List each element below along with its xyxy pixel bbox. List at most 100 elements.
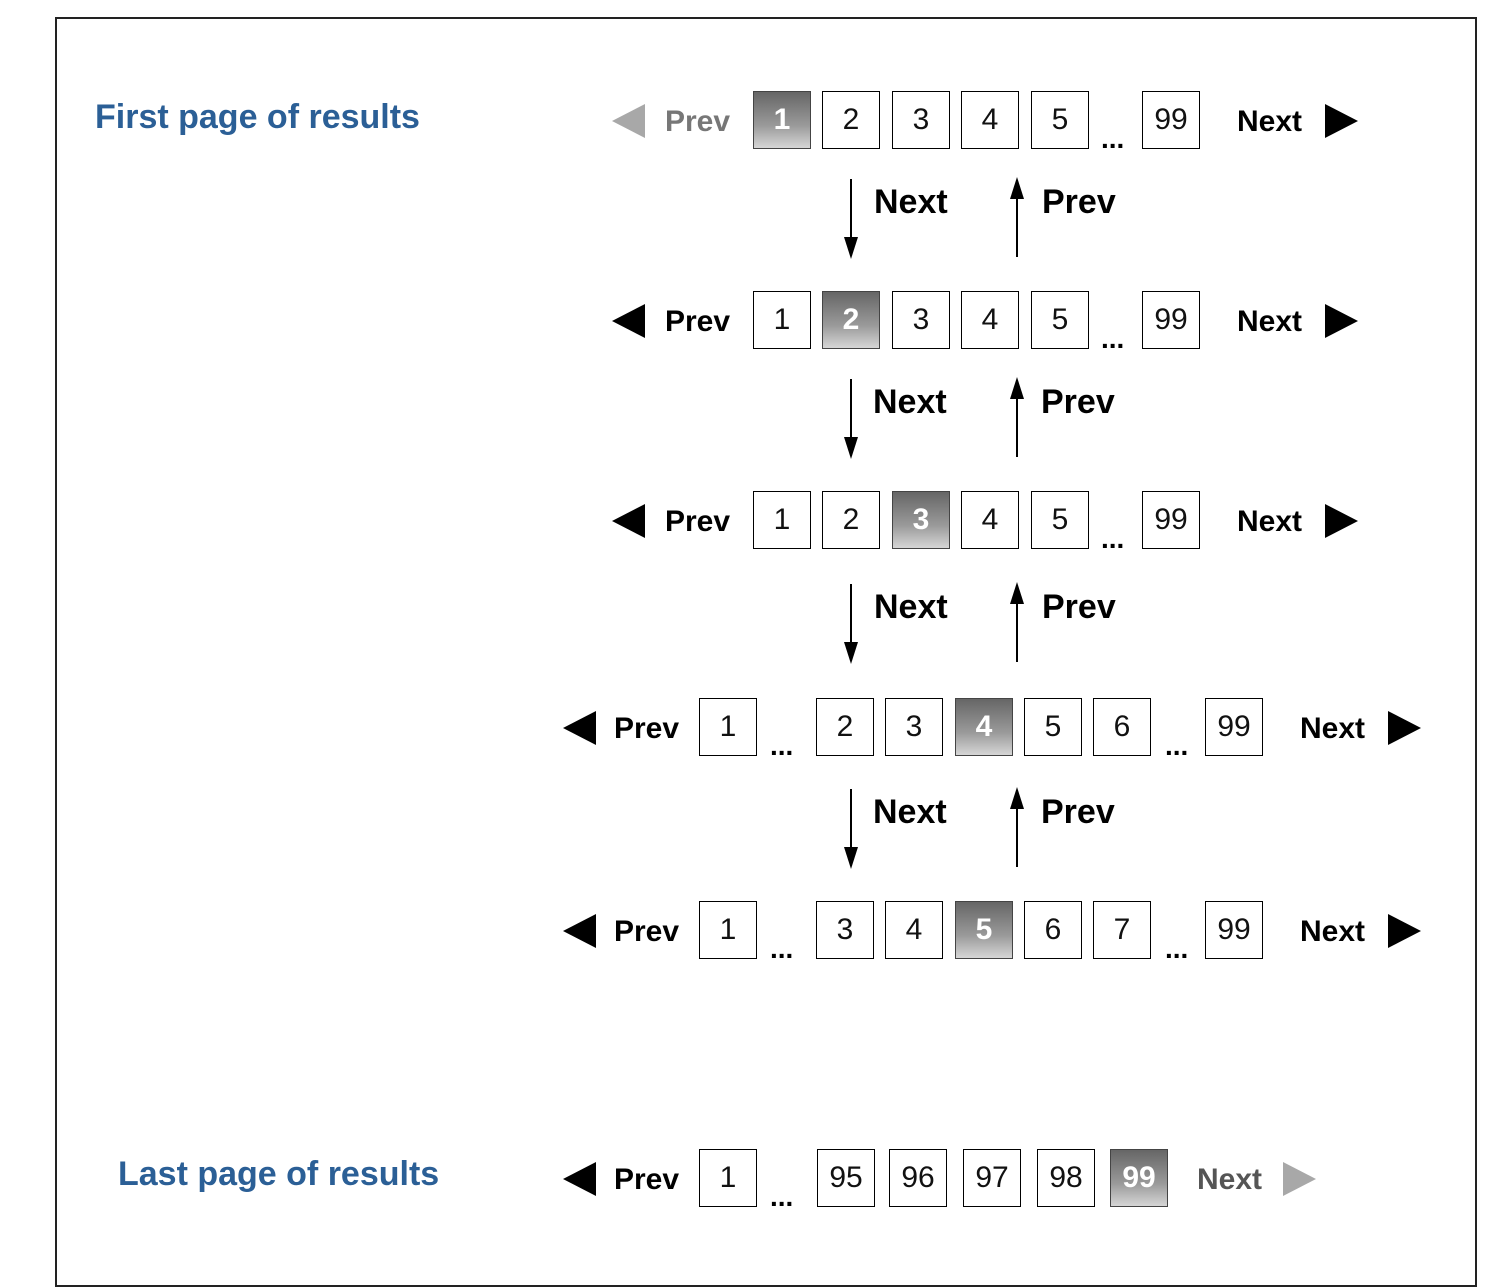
page-button-4[interactable]: 4	[961, 91, 1019, 149]
prev-link[interactable]: Prev	[665, 504, 730, 540]
page-button-3[interactable]: 3	[885, 698, 943, 756]
pagination-page2: Prev 1 2 3 4 5... 99 Next	[0, 291, 1496, 355]
pagination-ellipsis: ...	[1101, 323, 1125, 354]
page-button-1[interactable]: 1	[699, 901, 757, 959]
pagination-page99: Prev 1... 95 96 97 98 99 Next	[0, 1149, 1496, 1213]
page-button-3[interactable]: 3	[816, 901, 874, 959]
prev-transition-label: Prev	[1041, 383, 1115, 421]
down-arrow-icon	[844, 437, 858, 459]
page-button-2[interactable]: 2	[822, 491, 880, 549]
prev-link[interactable]: Prev	[614, 711, 679, 747]
pagination-ellipsis: ...	[770, 730, 794, 761]
prev-link[interactable]: Prev	[614, 914, 679, 950]
page-button-5[interactable]: 5	[1031, 91, 1089, 149]
page-button-1[interactable]: 1	[699, 1149, 757, 1207]
page-button-99[interactable]: 99	[1205, 698, 1263, 756]
current-page-button: 2	[822, 291, 880, 349]
page-button-7[interactable]: 7	[1093, 901, 1151, 959]
page-transition: Next Prev	[0, 375, 1496, 465]
page-button-3[interactable]: 3	[892, 291, 950, 349]
pagination-ellipsis: ...	[1165, 933, 1189, 964]
next-transition-label: Next	[873, 793, 947, 831]
transition-arrows	[844, 377, 1024, 459]
page-button-3[interactable]: 3	[892, 91, 950, 149]
prev-transition-label: Prev	[1041, 793, 1115, 831]
down-arrow-icon	[844, 642, 858, 664]
next-link: Next	[1197, 1163, 1263, 1196]
page-button-99[interactable]: 99	[1205, 901, 1263, 959]
page-transition: Next Prev	[0, 175, 1496, 265]
page-button-2[interactable]: 2	[816, 698, 874, 756]
pagination-ellipsis: ...	[770, 1181, 794, 1212]
pagination-page3: Prev 1 2 3 4 5... 99 Next	[0, 491, 1496, 555]
page-button-99[interactable]: 99	[1142, 491, 1200, 549]
page-button-98[interactable]: 98	[1037, 1149, 1095, 1207]
next-arrow-icon[interactable]	[1325, 304, 1358, 338]
up-arrow-icon	[1010, 582, 1024, 604]
prev-transition-label: Prev	[1042, 183, 1116, 221]
page-button-97[interactable]: 97	[963, 1149, 1021, 1207]
next-arrow-icon[interactable]	[1388, 914, 1421, 948]
page-transition: Next Prev	[0, 580, 1496, 670]
page-button-6[interactable]: 6	[1024, 901, 1082, 959]
pagination-ellipsis: ...	[1101, 523, 1125, 554]
next-arrow-icon	[1283, 1162, 1316, 1196]
down-arrow-icon	[844, 847, 858, 869]
page-button-1[interactable]: 1	[699, 698, 757, 756]
page-button-95[interactable]: 95	[817, 1149, 875, 1207]
next-link[interactable]: Next	[1237, 504, 1302, 540]
prev-arrow-icon[interactable]	[563, 711, 596, 745]
page-button-5[interactable]: 5	[1031, 491, 1089, 549]
transition-arrows	[844, 582, 1024, 664]
down-arrow-icon	[844, 237, 858, 259]
transition-arrows	[844, 177, 1024, 259]
prev-link[interactable]: Prev	[614, 1162, 679, 1198]
next-transition-label: Next	[873, 383, 947, 421]
pagination-page1: Prev 1 2 3 4 5... 99 Next	[0, 91, 1496, 155]
page-button-99[interactable]: 99	[1142, 91, 1200, 149]
next-arrow-icon[interactable]	[1388, 711, 1421, 745]
page-button-99[interactable]: 99	[1142, 291, 1200, 349]
page-button-2[interactable]: 2	[822, 91, 880, 149]
next-link[interactable]: Next	[1237, 104, 1302, 140]
page-button-96[interactable]: 96	[889, 1149, 947, 1207]
pagination-page5: Prev 1... 3 4 5 6 7... 99 Next	[0, 901, 1496, 965]
page-button-5[interactable]: 5	[1031, 291, 1089, 349]
prev-arrow-icon[interactable]	[563, 1162, 596, 1196]
current-page-button: 5	[955, 901, 1013, 959]
pagination-ellipsis: ...	[1101, 123, 1125, 154]
next-transition-label: Next	[874, 183, 948, 221]
page-button-1[interactable]: 1	[753, 291, 811, 349]
current-page-button: 4	[955, 698, 1013, 756]
next-link[interactable]: Next	[1237, 304, 1302, 340]
up-arrow-icon	[1010, 787, 1024, 809]
page-button-4[interactable]: 4	[961, 291, 1019, 349]
transition-arrows	[844, 787, 1024, 869]
prev-arrow-icon	[612, 104, 645, 138]
page-button-4[interactable]: 4	[885, 901, 943, 959]
pagination-ellipsis: ...	[1165, 730, 1189, 761]
page-button-4[interactable]: 4	[961, 491, 1019, 549]
page-button-5[interactable]: 5	[1024, 698, 1082, 756]
page-button-6[interactable]: 6	[1093, 698, 1151, 756]
prev-arrow-icon[interactable]	[612, 504, 645, 538]
prev-link: Prev	[665, 105, 731, 138]
next-arrow-icon[interactable]	[1325, 504, 1358, 538]
current-page-button: 1	[753, 91, 811, 149]
next-link[interactable]: Next	[1300, 914, 1365, 950]
next-link[interactable]: Next	[1300, 711, 1365, 747]
next-arrow-icon[interactable]	[1325, 104, 1358, 138]
current-page-button: 99	[1110, 1149, 1168, 1207]
current-page-button: 3	[892, 491, 950, 549]
pagination-page4: Prev 1... 2 3 4 5 6... 99 Next	[0, 698, 1496, 762]
page-button-1[interactable]: 1	[753, 491, 811, 549]
prev-arrow-icon[interactable]	[563, 914, 596, 948]
prev-arrow-icon[interactable]	[612, 304, 645, 338]
pagination-ellipsis: ...	[770, 933, 794, 964]
up-arrow-icon	[1010, 377, 1024, 399]
page-transition: Next Prev	[0, 785, 1496, 875]
up-arrow-icon	[1010, 177, 1024, 199]
prev-link[interactable]: Prev	[665, 304, 730, 340]
next-transition-label: Next	[874, 588, 948, 626]
prev-transition-label: Prev	[1042, 588, 1116, 626]
